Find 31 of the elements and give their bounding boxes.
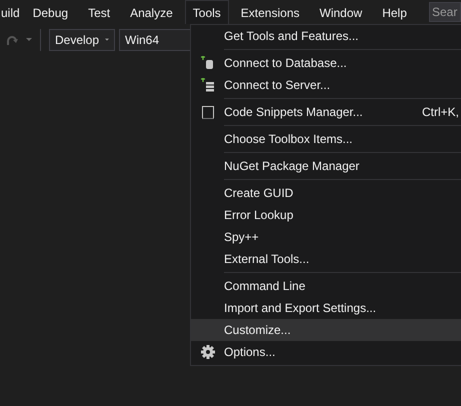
configuration-dropdown[interactable]: Develop [49,29,115,51]
caret-icon [105,38,109,42]
menu-entry[interactable]: Command Line [191,275,461,297]
menu-item[interactable]: Extensions [232,0,308,24]
menu-entry[interactable]: Customize... [191,319,461,341]
menu-item[interactable]: Window [312,0,370,24]
menu-entry[interactable]: Import and Export Settings... [191,297,461,319]
menu-item[interactable]: Test [80,0,118,24]
search-field[interactable]: Sear [429,2,461,22]
menu-item[interactable]: Debug [24,0,76,24]
menu-entry[interactable]: Options... [191,341,461,363]
menu-entry[interactable]: Connect to Database... [191,52,461,74]
menu-item[interactable]: Analyze [122,0,181,24]
menu-entry[interactable]: NuGet Package Manager [191,155,461,177]
menu-entry[interactable]: Error Lookup [191,204,461,226]
menu-entry[interactable]: Connect to Server... [191,74,461,96]
menu-entry[interactable]: Code Snippets Manager... Ctrl+K, [191,101,461,123]
shortcut-text: Ctrl+K, [422,105,459,119]
menu-item[interactable]: Tools [184,0,229,24]
server-icon [200,78,214,92]
menu-entry[interactable]: Spy++ [191,226,461,248]
menu-entry[interactable]: External Tools... [191,248,461,270]
snippet-icon [202,106,214,118]
caret-icon[interactable] [26,38,32,42]
menu-entry[interactable]: Create GUID [191,182,461,204]
database-icon [200,56,214,70]
menu-item[interactable]: uild [0,0,21,24]
gear-icon [200,345,214,359]
menu-item[interactable]: Help [374,0,415,24]
redo-icon[interactable] [6,34,18,46]
menu-entry[interactable]: Choose Toolbox Items... [191,128,461,150]
